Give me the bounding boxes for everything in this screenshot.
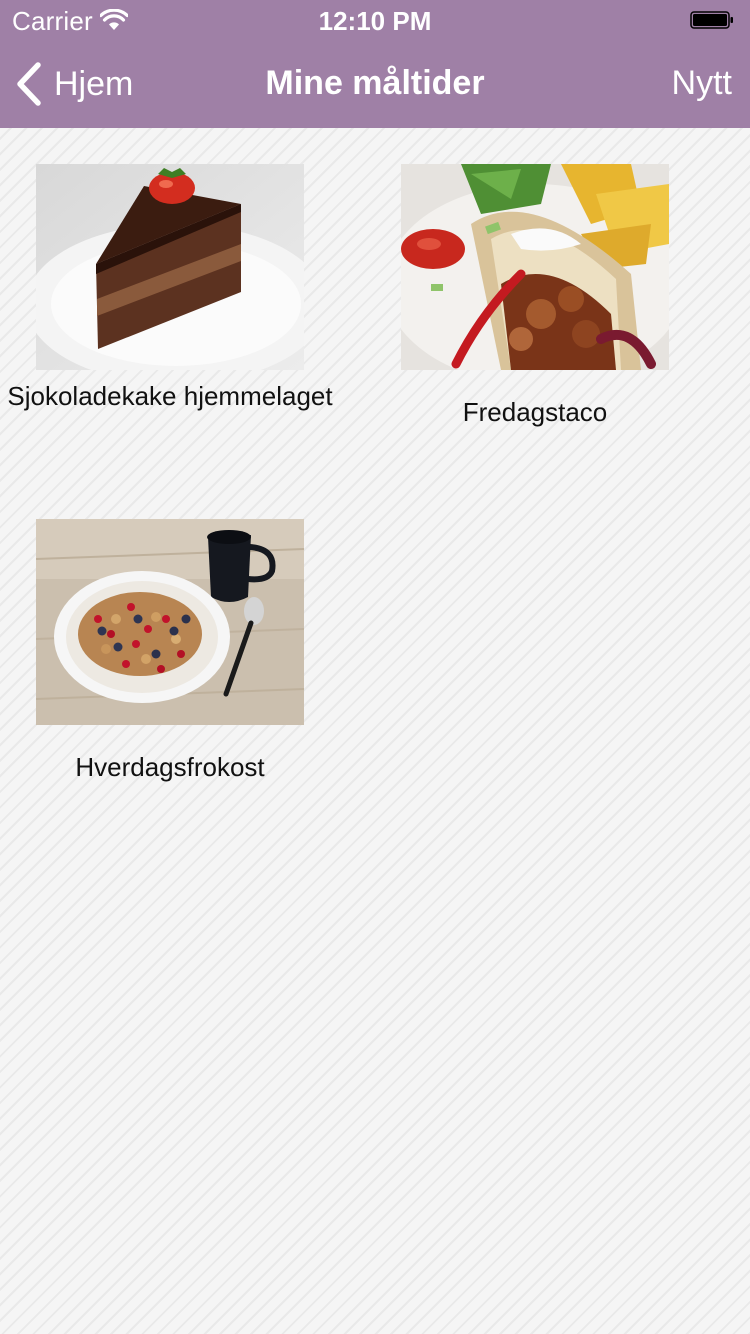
- meal-name: Fredagstaco: [462, 397, 608, 427]
- clock-time: 12:10 PM: [318, 6, 432, 36]
- battery-icon: [690, 11, 733, 29]
- page-title: Mine måltider: [265, 64, 485, 102]
- meal-card-sjokoladekake[interactable]: Sjokoladekake hjemmelaget: [7, 164, 333, 413]
- new-meal-button[interactable]: Nytt: [672, 64, 732, 103]
- breakfast-bowl-photo: [36, 519, 304, 725]
- chocolate-cake-photo: [36, 164, 304, 370]
- navigation-bar: Carrier 12:10 PM Hjem Mine måltider Nytt: [0, 0, 750, 128]
- nav-content: Hjem Mine måltider Nytt: [0, 40, 750, 128]
- meal-card-fredagstaco[interactable]: Fredagstaco: [401, 164, 669, 429]
- meal-card-hverdagsfrokost[interactable]: Hverdagsfrokost: [36, 519, 304, 784]
- meal-name: Hverdagsfrokost: [75, 752, 265, 782]
- meal-name: Sjokoladekake hjemmelaget: [7, 381, 333, 411]
- taco-wrap-photo: [401, 164, 669, 370]
- status-bar: Carrier 12:10 PM: [0, 0, 750, 40]
